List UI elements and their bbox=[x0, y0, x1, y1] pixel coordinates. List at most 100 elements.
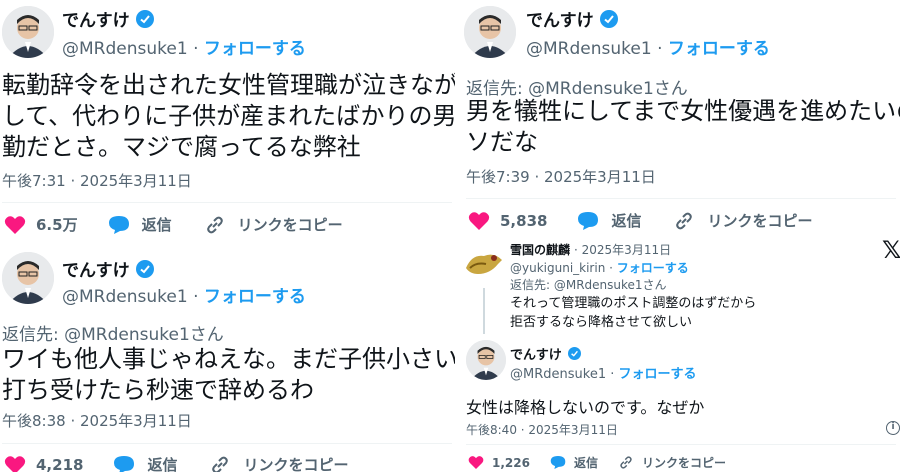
like-button[interactable]: 5,838 bbox=[468, 211, 547, 231]
reply-label: 返信 bbox=[141, 216, 172, 234]
reply-button[interactable]: 返信 bbox=[108, 214, 172, 235]
separator: · bbox=[193, 287, 199, 307]
copy-link-button[interactable]: リンクをコピー bbox=[204, 214, 343, 235]
reply-button[interactable]: 返信 bbox=[113, 454, 177, 472]
handle-row: @MRdensuke1 · フォローする bbox=[62, 34, 306, 59]
copy-link-label: リンクをコピー bbox=[641, 456, 726, 470]
quoted-avatar[interactable] bbox=[464, 244, 504, 284]
verified-badge-icon bbox=[135, 9, 154, 28]
tweet-text-line: 女性は降格しないのです。なぜか bbox=[466, 398, 705, 417]
verified-badge-icon bbox=[135, 259, 154, 278]
separator: · bbox=[657, 39, 663, 59]
avatar[interactable] bbox=[2, 6, 54, 58]
avatar[interactable] bbox=[464, 6, 516, 58]
tweet-text-line: ソだな bbox=[466, 128, 538, 156]
verified-badge-icon bbox=[567, 347, 581, 360]
separator: · bbox=[609, 261, 613, 275]
avatar[interactable] bbox=[466, 340, 506, 380]
reply-bubble-icon bbox=[577, 211, 599, 231]
tweet-text-line: ワイも他人事じゃねえな。まだ子供小さいし bbox=[2, 345, 455, 373]
timestamp[interactable]: 午後8:40 · 2025年3月11日 bbox=[466, 421, 618, 438]
tweet-text-line: 転勤辞令を出された女性管理職が泣きながら bbox=[2, 71, 455, 99]
quoted-display-name[interactable]: 雪国の麒麟 bbox=[510, 241, 570, 258]
like-button[interactable]: 6.5万 bbox=[4, 214, 78, 235]
follow-button[interactable]: フォローする bbox=[204, 287, 306, 307]
follow-button[interactable]: フォローする bbox=[204, 39, 306, 59]
quoted-date: · 2025年3月11日 bbox=[574, 243, 672, 257]
separator: · bbox=[193, 39, 199, 59]
divider bbox=[2, 202, 452, 203]
display-name[interactable]: でんすけ bbox=[62, 256, 154, 281]
copy-link-label: リンクをコピー bbox=[243, 456, 349, 472]
divider bbox=[466, 198, 896, 199]
heart-icon bbox=[468, 211, 490, 231]
handle-row: @MRdensuke1 · フォローする bbox=[62, 282, 306, 307]
timestamp[interactable]: 午後7:31 · 2025年3月11日 bbox=[2, 170, 192, 191]
tweet-text: 女性は降格しないのです。なぜか bbox=[466, 394, 896, 418]
reply-label: 返信 bbox=[147, 456, 178, 472]
like-count: 5,838 bbox=[500, 211, 548, 230]
tweet-panel-4: 雪国の麒麟 · 2025年3月11日 𝕏 @yukiguni_kirin · フ… bbox=[458, 236, 900, 472]
display-name-text: でんすけ bbox=[62, 261, 130, 281]
quoted-follow-button[interactable]: フォローする bbox=[617, 261, 689, 275]
copy-link-label: リンクをコピー bbox=[237, 216, 343, 234]
handle-row: @MRdensuke1 · フォローする bbox=[510, 363, 697, 382]
reply-bubble-icon bbox=[108, 215, 130, 235]
display-name[interactable]: でんすけ bbox=[62, 6, 154, 31]
link-icon bbox=[673, 211, 695, 231]
follow-button[interactable]: フォローする bbox=[619, 367, 697, 382]
follow-button[interactable]: フォローする bbox=[668, 39, 770, 59]
quoted-handle[interactable]: @yukiguni_kirin bbox=[510, 261, 605, 275]
heart-icon bbox=[4, 455, 26, 472]
timestamp[interactable]: 午後8:38 · 2025年3月11日 bbox=[2, 410, 192, 431]
copy-link-button[interactable]: リンクをコピー bbox=[618, 454, 726, 471]
handle[interactable]: @MRdensuke1 bbox=[526, 39, 652, 59]
reply-to-line[interactable]: 返信先: @MRdensuke1さん bbox=[2, 320, 224, 345]
like-count: 6.5万 bbox=[36, 216, 78, 234]
link-icon bbox=[618, 455, 634, 470]
quoted-text-line: 拒否するなら降格させて欲しい bbox=[510, 315, 693, 330]
reply-button[interactable]: 返信 bbox=[577, 210, 641, 231]
divider bbox=[2, 443, 452, 444]
handle[interactable]: @MRdensuke1 bbox=[62, 39, 188, 59]
thread-line bbox=[483, 288, 485, 334]
reply-button[interactable]: 返信 bbox=[550, 454, 598, 471]
tweet-text: ワイも他人事じゃねえな。まだ子供小さいし 打ち受けたら秒速で辞めるわ bbox=[2, 344, 455, 406]
like-count: 4,218 bbox=[36, 455, 84, 472]
handle-row: @MRdensuke1 · フォローする bbox=[526, 34, 770, 59]
display-name[interactable]: でんすけ bbox=[510, 344, 581, 363]
display-name-text: でんすけ bbox=[510, 348, 562, 363]
timestamp[interactable]: 午後7:39 · 2025年3月11日 bbox=[466, 166, 656, 187]
x-logo-icon[interactable]: 𝕏 bbox=[882, 236, 900, 264]
heart-icon bbox=[4, 215, 26, 235]
tweet-text: 転勤辞令を出された女性管理職が泣きながら して、代わりに子供が産まれたばかりの男… bbox=[2, 70, 455, 163]
tweet-text-line: 打ち受けたら秒速で辞めるわ bbox=[2, 376, 314, 404]
handle[interactable]: @MRdensuke1 bbox=[510, 367, 606, 382]
info-icon[interactable]: i bbox=[886, 421, 900, 435]
screenshot-collage: でんすけ @MRdensuke1 · フォローする 転勤辞令を出された女性管理職… bbox=[0, 0, 900, 472]
tweet-panel-3: でんすけ @MRdensuke1 · フォローする 返信先: @MRdensuk… bbox=[458, 0, 900, 236]
reply-label: 返信 bbox=[611, 212, 642, 230]
divider bbox=[466, 444, 896, 445]
copy-link-button[interactable]: リンクをコピー bbox=[209, 454, 348, 472]
tweet-text-line: 勤だとさ。マジで腐ってるな弊社 bbox=[2, 133, 361, 161]
reply-label: 返信 bbox=[573, 456, 598, 470]
action-bar: 4,218 返信 リンクをコピー bbox=[4, 454, 348, 472]
quoted-tweet-text: それって管理職のポスト調整のはずだから 拒否するなら降格させて欲しい bbox=[510, 294, 756, 332]
handle[interactable]: @MRdensuke1 bbox=[62, 287, 188, 307]
quoted-reply-to-line[interactable]: 返信先: @MRdensuke1さん bbox=[510, 276, 667, 293]
avatar[interactable] bbox=[2, 252, 54, 304]
copy-link-button[interactable]: リンクをコピー bbox=[673, 210, 812, 231]
verified-badge-icon bbox=[599, 9, 618, 28]
like-count: 1,226 bbox=[492, 455, 530, 470]
tweet-text: 男を犠牲にしてまで女性優遇を進めたいの ソだな bbox=[466, 96, 900, 158]
like-button[interactable]: 1,226 bbox=[468, 455, 530, 470]
action-bar: 6.5万 返信 リンクをコピー bbox=[4, 214, 343, 235]
like-button[interactable]: 4,218 bbox=[4, 455, 83, 472]
tweet-panel-1: でんすけ @MRdensuke1 · フォローする 転勤辞令を出された女性管理職… bbox=[0, 0, 455, 240]
separator: · bbox=[610, 367, 615, 382]
reply-bubble-icon bbox=[550, 455, 566, 470]
action-bar: 5,838 返信 リンクをコピー bbox=[468, 210, 812, 231]
display-name[interactable]: でんすけ bbox=[526, 6, 618, 31]
quoted-text-line: それって管理職のポスト調整のはずだから bbox=[510, 296, 757, 311]
